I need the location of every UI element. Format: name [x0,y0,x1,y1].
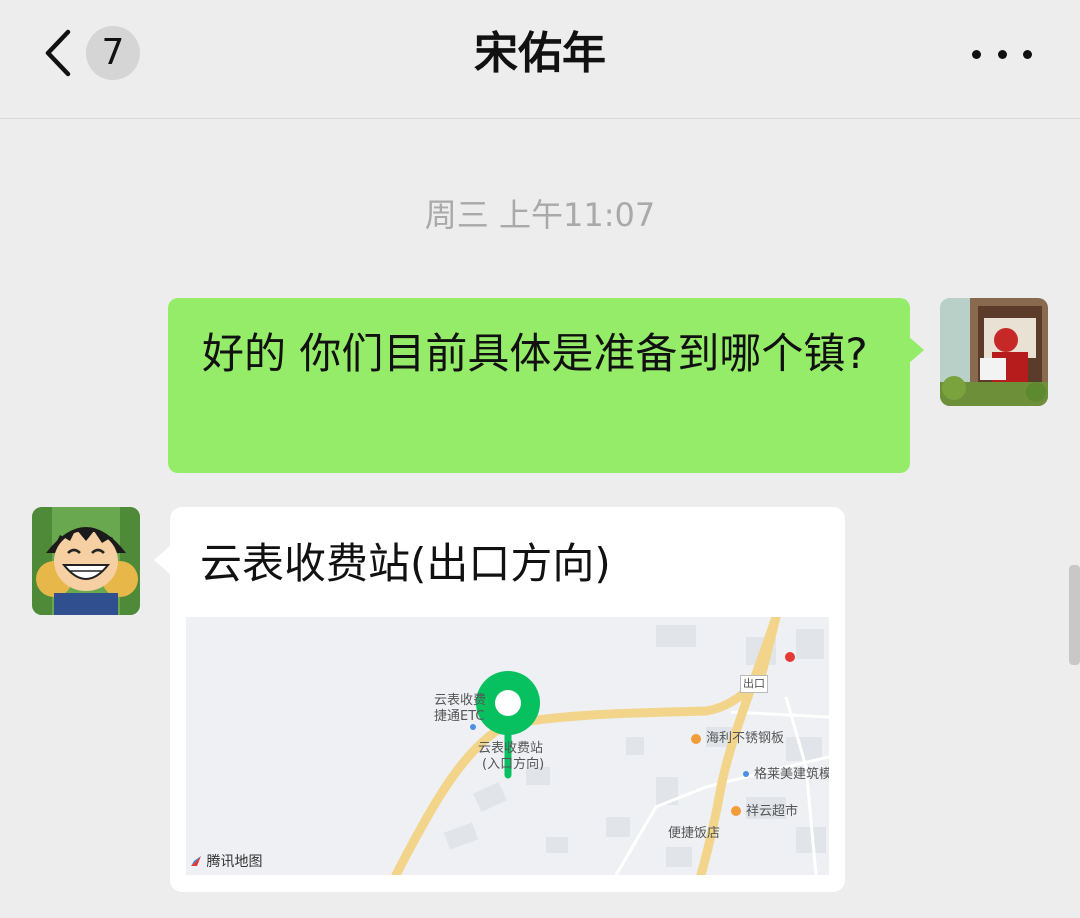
location-title: 云表收费站(出口方向) [200,539,611,588]
location-map-preview[interactable]: 云表收费 捷通ETC 云表收费站 (入口方向) 出口 海利不锈钢板 格莱美建筑模… [186,617,829,875]
more-dots-icon[interactable] [972,40,1032,68]
map-label: 祥云超市 [746,804,799,819]
contact-avatar[interactable] [32,507,140,615]
outgoing-message-text: 好的 你们目前具体是准备到哪个镇? [202,329,868,378]
chat-title: 宋佑年 [474,28,606,79]
map-label: 捷通ETC [434,709,485,724]
tencent-map-icon [191,856,201,866]
outgoing-bubble-tail [908,336,924,364]
map-label: 云表收费 [434,693,487,708]
map-label: 云表收费站 [478,741,544,756]
map-label: 便捷饭店 [668,826,721,841]
map-label: (入口方向) [482,757,545,772]
map-provider-logo: 腾讯地图 [190,851,262,871]
exit-sign: 出口 [740,675,768,693]
location-message-card[interactable]: 云表收费站(出口方向) 云表收费 捷通ETC 云表收费站 (入口方向) 出口 海… [170,507,845,892]
self-avatar[interactable] [940,298,1048,406]
map-label: 格莱美建筑模板 [754,767,829,782]
message-timestamp: 周三 上午11:07 [424,196,656,234]
outgoing-message-bubble[interactable]: 好的 你们目前具体是准备到哪个镇? [168,298,910,473]
map-provider-label: 腾讯地图 [206,854,263,870]
scrollbar[interactable] [1069,565,1080,665]
incoming-bubble-tail [154,546,170,574]
map-label: 海利不锈钢板 [706,731,785,746]
chat-header: 7 宋佑年 [0,0,1080,119]
